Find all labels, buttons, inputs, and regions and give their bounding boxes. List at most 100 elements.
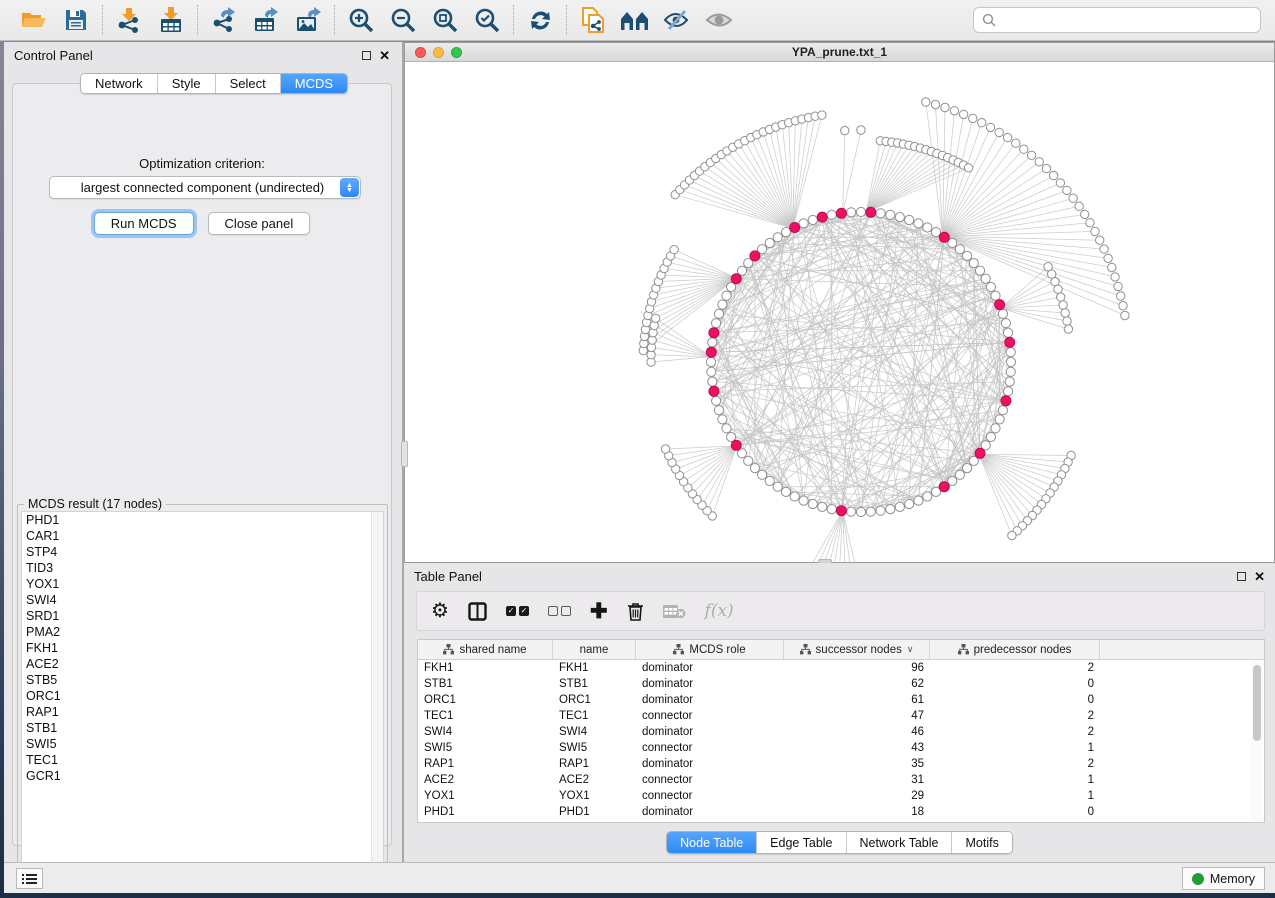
table-row[interactable]: RAP1RAP1dominator352: [418, 756, 1264, 772]
search-box[interactable]: [973, 7, 1261, 33]
table-cell: connector: [636, 790, 784, 802]
zoom-in-button[interactable]: [346, 6, 376, 34]
mcds-result-item[interactable]: YOX1: [22, 576, 383, 592]
table-row[interactable]: STB1STB1dominator620: [418, 676, 1264, 692]
column-header-name[interactable]: name: [553, 640, 636, 659]
table-scrollbar-thumb[interactable]: [1253, 665, 1261, 741]
table-row[interactable]: ORC1ORC1dominator610: [418, 692, 1264, 708]
mcds-result-item[interactable]: CAR1: [22, 528, 383, 544]
tab-network[interactable]: Network: [81, 74, 158, 93]
mcds-result-group: MCDS result (17 nodes) PHD1CAR1STP4TID3Y…: [17, 504, 388, 874]
show-all-button[interactable]: [704, 6, 734, 34]
run-mcds-button[interactable]: Run MCDS: [94, 212, 194, 235]
search-input[interactable]: [1002, 13, 1252, 27]
save-session-button[interactable]: [61, 6, 91, 34]
table-row[interactable]: ACE2ACE2connector311: [418, 772, 1264, 788]
network-canvas[interactable]: [405, 62, 1274, 562]
table-cell: RAP1: [418, 758, 553, 770]
column-view-icon[interactable]: [468, 602, 487, 621]
table-scrollbar[interactable]: [1251, 661, 1263, 821]
deselect-all-checkboxes-icon[interactable]: [548, 606, 571, 616]
zoom-out-button[interactable]: [388, 6, 418, 34]
tab-edge-table[interactable]: Edge Table: [757, 832, 846, 853]
column-header-mcds-role[interactable]: MCDS role: [636, 640, 784, 659]
optimization-criterion-select[interactable]: largest connected component (undirected)…: [49, 176, 361, 199]
table-body: FKH1FKH1dominator962STB1STB1dominator620…: [418, 660, 1264, 820]
mcds-result-item[interactable]: TID3: [22, 560, 383, 576]
zoom-fit-button[interactable]: [430, 6, 460, 34]
table-cell: STB1: [418, 678, 553, 690]
delete-table-icon[interactable]: [663, 604, 686, 619]
tab-select[interactable]: Select: [216, 74, 281, 93]
mcds-result-item[interactable]: RAP1: [22, 704, 383, 720]
memory-button[interactable]: Memory: [1182, 867, 1265, 890]
clone-network-button[interactable]: [578, 6, 608, 34]
column-header-shared-name[interactable]: shared name: [418, 640, 553, 659]
export-network-button[interactable]: [209, 6, 239, 34]
table-header-row: shared name name MCDS role successor nod…: [418, 640, 1264, 660]
refresh-button[interactable]: [525, 6, 555, 34]
tab-network-table[interactable]: Network Table: [847, 832, 953, 853]
table-row[interactable]: SWI5SWI5connector431: [418, 740, 1264, 756]
mcds-result-item[interactable]: STB5: [22, 672, 383, 688]
table-cell: dominator: [636, 758, 784, 770]
zoom-in-icon: [348, 7, 374, 33]
table-cell: 61: [784, 694, 930, 706]
mcds-result-item[interactable]: ORC1: [22, 688, 383, 704]
select-all-checkboxes-icon[interactable]: ✓✓: [506, 606, 529, 616]
float-panel-icon[interactable]: [1237, 572, 1246, 581]
mcds-result-item[interactable]: SRD1: [22, 608, 383, 624]
task-history-button[interactable]: [16, 868, 43, 889]
column-label: predecessor nodes: [974, 644, 1072, 656]
mcds-result-item[interactable]: STP4: [22, 544, 383, 560]
table-cell: 2: [930, 710, 1100, 722]
mcds-result-item[interactable]: FKH1: [22, 640, 383, 656]
table-row[interactable]: FKH1FKH1dominator962: [418, 660, 1264, 676]
table-settings-gear-icon[interactable]: ⚙: [431, 601, 449, 621]
table-cell: SWI5: [553, 742, 636, 754]
export-table-button[interactable]: [251, 6, 281, 34]
first-neighbors-button[interactable]: [620, 6, 650, 34]
mcds-result-item[interactable]: SWI5: [22, 736, 383, 752]
mcds-result-item[interactable]: ACE2: [22, 656, 383, 672]
import-table-button[interactable]: [156, 6, 186, 34]
import-network-button[interactable]: [114, 6, 144, 34]
mcds-result-item[interactable]: TEC1: [22, 752, 383, 768]
mcds-result-item[interactable]: PMA2: [22, 624, 383, 640]
tab-node-table[interactable]: Node Table: [667, 832, 757, 853]
table-row[interactable]: SWI4SWI4dominator462: [418, 724, 1264, 740]
column-header-filler: [1100, 640, 1264, 659]
mcds-result-item[interactable]: SWI4: [22, 592, 383, 608]
splitter-handle-left[interactable]: [401, 441, 408, 467]
tab-style[interactable]: Style: [158, 74, 216, 93]
function-builder-icon[interactable]: f(x): [705, 601, 734, 621]
table-cell: ACE2: [418, 774, 553, 786]
close-panel-icon[interactable]: ✕: [379, 49, 390, 62]
table-cell: 0: [930, 678, 1100, 690]
close-panel-icon[interactable]: ✕: [1254, 570, 1265, 583]
network-window-titlebar[interactable]: YPA_prune.txt_1: [405, 43, 1274, 62]
mcds-result-item[interactable]: PHD1: [22, 512, 383, 528]
mcds-result-item[interactable]: GCR1: [22, 768, 383, 784]
column-label: successor nodes: [816, 644, 902, 656]
add-column-icon[interactable]: ✚: [590, 601, 608, 622]
zoom-selected-button[interactable]: [472, 6, 502, 34]
open-file-button[interactable]: [19, 6, 49, 34]
mcds-list-scrollbar[interactable]: [371, 512, 383, 869]
column-header-predecessor-nodes[interactable]: predecessor nodes: [930, 640, 1100, 659]
float-panel-icon[interactable]: [362, 51, 371, 60]
tab-motifs[interactable]: Motifs: [952, 832, 1011, 853]
table-row[interactable]: TEC1TEC1connector472: [418, 708, 1264, 724]
mcds-result-list[interactable]: PHD1CAR1STP4TID3YOX1SWI4SRD1PMA2FKH1ACE2…: [21, 511, 384, 870]
column-header-successor-nodes[interactable]: successor nodes ∨: [784, 640, 930, 659]
table-row[interactable]: PHD1PHD1dominator180: [418, 804, 1264, 820]
table-cell: 62: [784, 678, 930, 690]
table-row[interactable]: YOX1YOX1connector291: [418, 788, 1264, 804]
table-cell: 43: [784, 742, 930, 754]
export-image-button[interactable]: [293, 6, 323, 34]
mcds-result-item[interactable]: STB1: [22, 720, 383, 736]
close-panel-button[interactable]: Close panel: [208, 212, 311, 235]
hide-selected-button[interactable]: [662, 6, 692, 34]
delete-column-trash-icon[interactable]: [627, 602, 644, 621]
tab-mcds[interactable]: MCDS: [281, 74, 347, 93]
